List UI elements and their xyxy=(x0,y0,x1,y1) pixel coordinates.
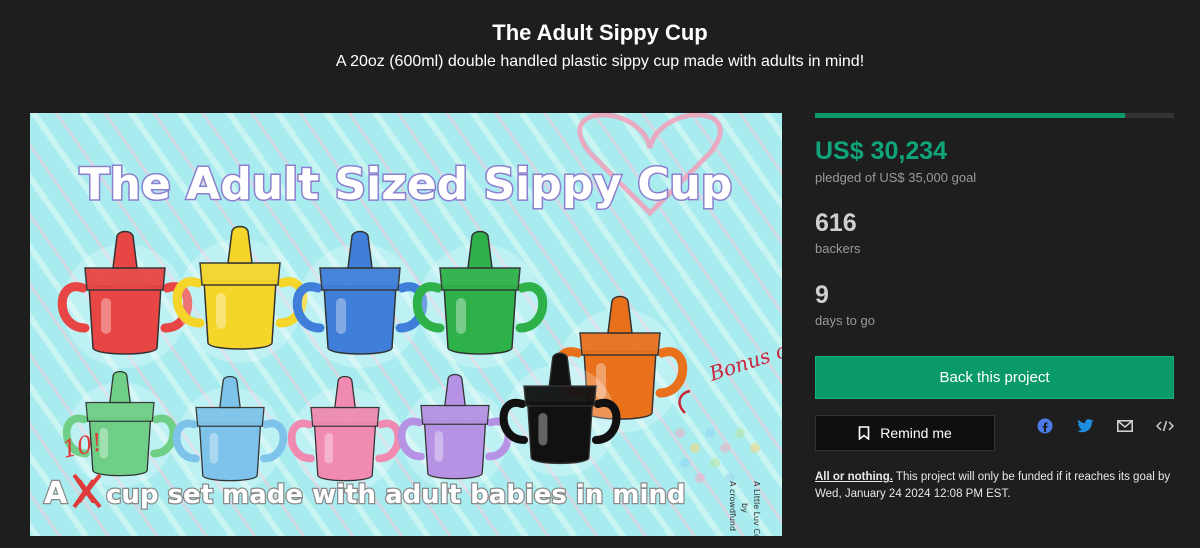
all-or-nothing-link[interactable]: All or nothing. xyxy=(815,471,893,483)
funding-progress-bar xyxy=(815,113,1174,118)
page-header: The Adult Sippy Cup A 20oz (600ml) doubl… xyxy=(0,0,1200,100)
back-project-button[interactable]: Back this project xyxy=(815,356,1174,399)
credit-line-1: A crowdfund xyxy=(728,481,737,531)
pledged-amount: US$ 30,234 xyxy=(815,137,948,165)
email-icon[interactable] xyxy=(1115,416,1135,436)
hero-illustration: The Adult Sized Sippy Cup A X cup set ma… xyxy=(30,113,782,536)
tagline-prefix: A xyxy=(44,476,68,511)
project-hero-image[interactable]: The Adult Sized Sippy Cup A X cup set ma… xyxy=(30,113,782,536)
credit-line-3: A Little Luv Co. xyxy=(752,481,761,536)
tagline-rest: cup set made with adult babies in mind xyxy=(106,480,686,510)
funding-terms: All or nothing. This project will only b… xyxy=(815,469,1177,503)
pledged-goal-text: pledged of US$ 35,000 goal xyxy=(815,170,977,185)
funding-progress-fill xyxy=(815,113,1126,118)
backers-count: 616 xyxy=(815,209,857,237)
bookmark-icon xyxy=(858,426,870,440)
share-icons xyxy=(1035,416,1175,436)
backers-label: backers xyxy=(815,241,861,256)
project-subtitle: A 20oz (600ml) double handled plastic si… xyxy=(335,53,865,70)
project-title: The Adult Sippy Cup xyxy=(492,20,708,45)
days-to-go-count: 9 xyxy=(815,281,829,309)
remind-me-label: Remind me xyxy=(880,425,952,441)
hero-headline: The Adult Sized Sippy Cup xyxy=(80,159,733,210)
embed-icon[interactable] xyxy=(1155,416,1175,436)
twitter-icon[interactable] xyxy=(1075,416,1095,436)
facebook-icon[interactable] xyxy=(1035,416,1055,436)
remind-me-button[interactable]: Remind me xyxy=(815,415,995,451)
days-to-go-label: days to go xyxy=(815,313,875,328)
credit-line-2: by xyxy=(740,503,749,513)
